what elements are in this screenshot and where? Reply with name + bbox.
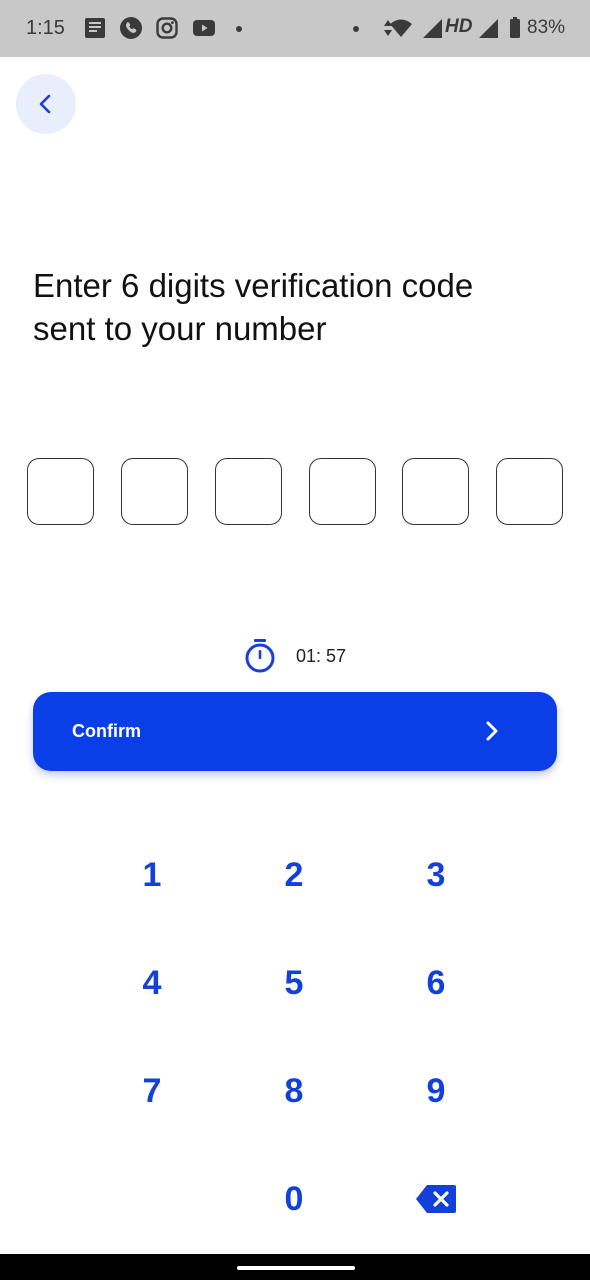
status-time: 1:15 [26, 17, 65, 39]
keypad-key-1[interactable]: 1 [97, 835, 207, 915]
home-indicator[interactable] [237, 1266, 355, 1270]
otp-input-group [27, 458, 563, 525]
otp-digit-box-4[interactable] [309, 458, 376, 525]
otp-digit-box-3[interactable] [215, 458, 282, 525]
keypad-key-5[interactable]: 5 [239, 943, 349, 1023]
navigation-bar [0, 1254, 590, 1280]
otp-digit-box-1[interactable] [27, 458, 94, 525]
wifi-icon [390, 19, 412, 37]
keypad-key-0[interactable]: 0 [239, 1159, 349, 1239]
keypad-key-6[interactable]: 6 [381, 943, 491, 1023]
keypad-key-8[interactable]: 8 [239, 1051, 349, 1131]
back-button[interactable] [16, 74, 76, 134]
phone-icon [120, 17, 142, 39]
page-title: Enter 6 digits verification code sent to… [33, 264, 553, 350]
status-bar: 1:15 HD 83% [0, 0, 590, 57]
battery-icon [510, 17, 520, 38]
confirm-button[interactable]: Confirm [33, 692, 557, 771]
keypad-key-2[interactable]: 2 [239, 835, 349, 915]
confirm-label: Confirm [72, 721, 141, 741]
signal-icon [479, 19, 498, 38]
keypad-key-9[interactable]: 9 [381, 1051, 491, 1131]
news-icon [85, 18, 105, 38]
network-type: HD [445, 16, 473, 37]
keypad-key-3[interactable]: 3 [381, 835, 491, 915]
keypad-key-7[interactable]: 7 [97, 1051, 207, 1131]
chevron-left-icon [39, 94, 51, 114]
notification-dot [353, 26, 359, 32]
otp-digit-box-5[interactable] [402, 458, 469, 525]
backspace-icon [416, 1185, 456, 1213]
countdown-timer: 01: 57 [296, 646, 347, 666]
title-line-2: sent to your number [33, 310, 327, 347]
notification-dot [236, 26, 242, 32]
otp-digit-box-6[interactable] [496, 458, 563, 525]
otp-digit-box-2[interactable] [121, 458, 188, 525]
backspace-button[interactable] [381, 1159, 491, 1239]
keypad-key-4[interactable]: 4 [97, 943, 207, 1023]
signal-icon [423, 19, 442, 38]
battery-percent: 83% [527, 17, 566, 38]
youtube-icon [193, 20, 215, 36]
chevron-right-icon [486, 721, 498, 741]
title-line-1: Enter 6 digits verification code [33, 267, 474, 304]
stopwatch-icon [245, 639, 275, 673]
instagram-icon [156, 17, 178, 39]
